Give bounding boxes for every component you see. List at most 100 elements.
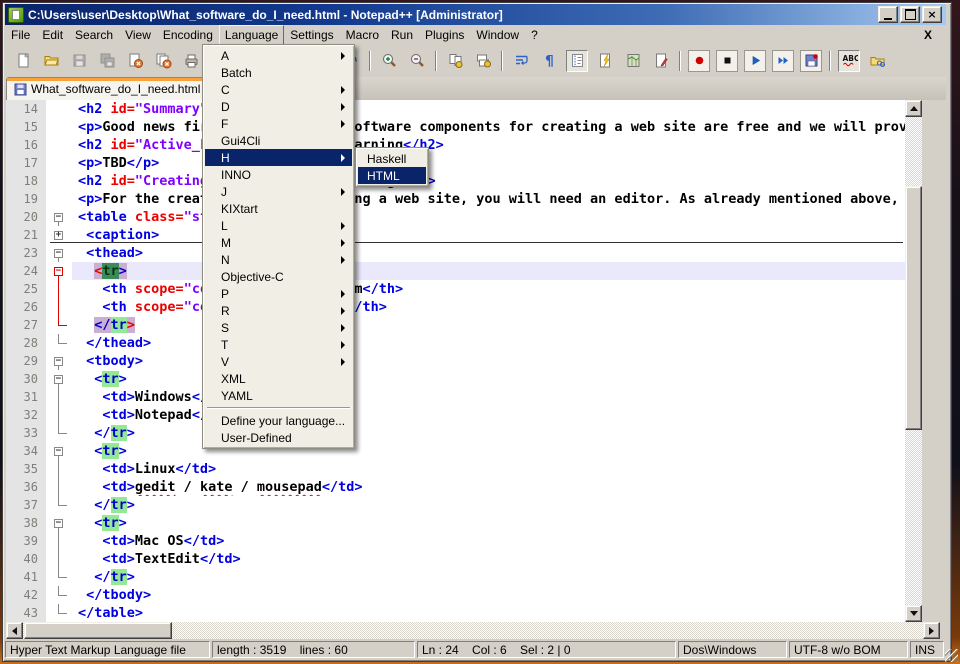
code-line[interactable]: 20−<table class="standard-table"> <box>6 208 905 226</box>
code-line[interactable]: 18<h2 id="Creating_and_Editing_1">Editin… <box>6 172 905 190</box>
sync-horizontal-button[interactable] <box>472 50 494 72</box>
document-map-button[interactable] <box>622 50 644 72</box>
code-line[interactable]: 30− <tr> <box>6 370 905 388</box>
code-line[interactable]: 34− <tr> <box>6 442 905 460</box>
function-list-button[interactable] <box>594 50 616 72</box>
code-line[interactable]: 33 </tr> <box>6 424 905 442</box>
code-line[interactable]: 36 <td>gedit / kate / mousepad</td> <box>6 478 905 496</box>
language-item-c[interactable]: C <box>205 81 352 98</box>
language-item-s[interactable]: S <box>205 319 352 336</box>
language-item-batch[interactable]: Batch <box>205 64 352 81</box>
fold-marker[interactable]: − <box>46 262 72 280</box>
menu-file[interactable]: File <box>5 25 36 45</box>
document-switcher-button[interactable] <box>650 50 672 72</box>
title-bar[interactable]: C:\Users\user\Desktop\What_software_do_I… <box>5 4 946 25</box>
line-number[interactable]: 32 <box>6 406 46 424</box>
menu-run[interactable]: Run <box>385 25 419 45</box>
line-number[interactable]: 34 <box>6 442 46 460</box>
line-number[interactable]: 37 <box>6 496 46 514</box>
word-wrap-button[interactable] <box>510 50 532 72</box>
code-line[interactable]: 16<h2 id="Active_Learning">Active Learni… <box>6 136 905 154</box>
line-number[interactable]: 42 <box>6 586 46 604</box>
language-item-yaml[interactable]: YAML <box>205 387 352 404</box>
line-number[interactable]: 30 <box>6 370 46 388</box>
language-item-xml[interactable]: XML <box>205 370 352 387</box>
code-line[interactable]: 38− <tr> <box>6 514 905 532</box>
vertical-scrollbar[interactable] <box>905 100 922 622</box>
code-line[interactable]: 14<h2 id="Summary">Summary</h2> <box>6 100 905 118</box>
code-line[interactable]: 29− <tbody> <box>6 352 905 370</box>
scroll-left-button[interactable] <box>6 622 23 639</box>
code-line[interactable]: 40 <td>TextEdit</td> <box>6 550 905 568</box>
line-number[interactable]: 20 <box>6 208 46 226</box>
language-item-r[interactable]: R <box>205 302 352 319</box>
maximize-button[interactable] <box>900 6 920 23</box>
line-number[interactable]: 38 <box>6 514 46 532</box>
line-number[interactable]: 24 <box>6 262 46 280</box>
line-number[interactable]: 26 <box>6 298 46 316</box>
code-line[interactable]: 26 <th scope="col">Default editor</th> <box>6 298 905 316</box>
language-item-t[interactable]: T <box>205 336 352 353</box>
spell-check-button[interactable]: ABC <box>838 50 860 72</box>
line-number[interactable]: 43 <box>6 604 46 622</box>
line-number[interactable]: 40 <box>6 550 46 568</box>
code-line[interactable]: 17<p>TBD</p> <box>6 154 905 172</box>
macro-run-multiple-button[interactable] <box>772 50 794 72</box>
line-number[interactable]: 15 <box>6 118 46 136</box>
language-item-a[interactable]: A <box>205 47 352 64</box>
fold-marker[interactable]: − <box>46 514 72 532</box>
code-line[interactable]: 32 <td>Notepad</td> <box>6 406 905 424</box>
macro-record-button[interactable] <box>688 50 710 72</box>
menu-view[interactable]: View <box>119 25 157 45</box>
menu-edit[interactable]: Edit <box>36 25 69 45</box>
open-button[interactable] <box>40 50 62 72</box>
code-line[interactable]: 23− <thead> <box>6 244 905 262</box>
fold-marker[interactable]: − <box>46 370 72 388</box>
zoom-out-button[interactable] <box>406 50 428 72</box>
line-number[interactable]: 19 <box>6 190 46 208</box>
line-number[interactable]: 23 <box>6 244 46 262</box>
macro-play-button[interactable] <box>744 50 766 72</box>
language-item-l[interactable]: L <box>205 217 352 234</box>
code-line[interactable]: 41 </tr> <box>6 568 905 586</box>
submenu-item-html[interactable]: HTML <box>358 167 426 184</box>
scroll-down-button[interactable] <box>905 605 922 622</box>
code-line[interactable]: 15<p>Good news first: All the main softw… <box>6 118 905 136</box>
language-item-v[interactable]: V <box>205 353 352 370</box>
language-item-user-defined[interactable]: User-Defined <box>205 429 352 446</box>
horizontal-scrollbar[interactable] <box>6 622 940 639</box>
language-item-n[interactable]: N <box>205 251 352 268</box>
language-item-objective-c[interactable]: Objective-C <box>205 268 352 285</box>
menu-[interactable]: ? <box>525 25 544 45</box>
show-all-characters-button[interactable]: ¶ <box>538 50 560 72</box>
print-button[interactable] <box>180 50 202 72</box>
fold-marker[interactable]: − <box>46 208 72 226</box>
close-button[interactable]: × <box>922 6 942 23</box>
language-item-p[interactable]: P <box>205 285 352 302</box>
line-number[interactable]: 16 <box>6 136 46 154</box>
language-item-kixtart[interactable]: KIXtart <box>205 200 352 217</box>
line-number[interactable]: 29 <box>6 352 46 370</box>
fold-marker[interactable]: − <box>46 352 72 370</box>
code-line[interactable]: 39 <td>Mac OS</td> <box>6 532 905 550</box>
language-item-inno[interactable]: INNO <box>205 166 352 183</box>
code-line[interactable]: 31 <td>Windows</td> <box>6 388 905 406</box>
code-line[interactable]: 43</table> <box>6 604 905 622</box>
code-line[interactable]: 19<p>For the creation, and the editing a… <box>6 190 905 208</box>
line-number[interactable]: 18 <box>6 172 46 190</box>
language-item-d[interactable]: D <box>205 98 352 115</box>
menu-window[interactable]: Window <box>470 25 525 45</box>
line-number[interactable]: 39 <box>6 532 46 550</box>
language-item-m[interactable]: M <box>205 234 352 251</box>
spell-check-settings-button[interactable] <box>866 50 888 72</box>
line-number[interactable]: 27 <box>6 316 46 334</box>
resize-grip[interactable] <box>945 649 958 662</box>
fold-marker[interactable]: − <box>46 244 72 262</box>
tab-what-software-do-i-need[interactable]: What_software_do_I_need.html × <box>6 77 229 100</box>
scroll-right-button[interactable] <box>923 622 940 639</box>
line-number[interactable]: 25 <box>6 280 46 298</box>
menu-language[interactable]: Language <box>219 25 284 45</box>
line-number[interactable]: 21 <box>6 226 46 244</box>
menu-search[interactable]: Search <box>69 25 119 45</box>
sync-vertical-button[interactable] <box>444 50 466 72</box>
